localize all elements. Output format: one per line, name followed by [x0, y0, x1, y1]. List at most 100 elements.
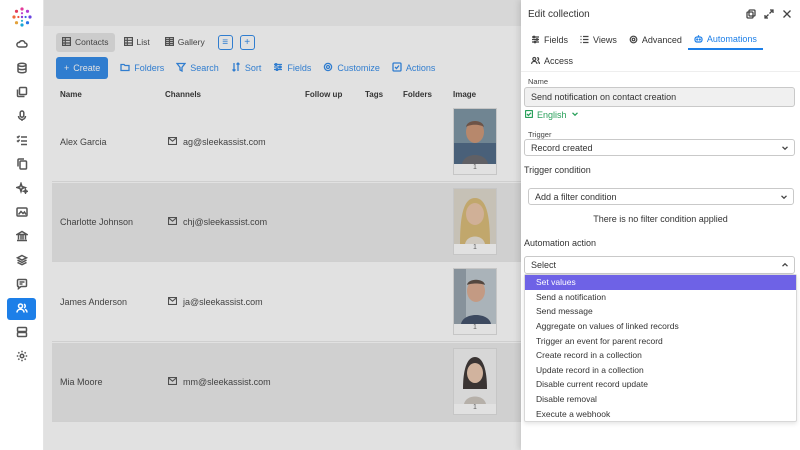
rail-item-bank[interactable]: [7, 226, 36, 248]
tab-fields-label: Fields: [544, 35, 569, 45]
tab-access[interactable]: Access: [525, 52, 579, 70]
action-option-send-notification[interactable]: Send a notification: [525, 290, 796, 305]
folders-button-label: Folders: [134, 63, 165, 73]
rail-item-copy[interactable]: [7, 154, 36, 176]
action-option-update-record[interactable]: Update record in a collection: [525, 363, 796, 378]
tabs-divider: [521, 71, 800, 72]
duplicate-icon[interactable]: [745, 8, 756, 19]
rail-item-tasks[interactable]: [7, 130, 36, 152]
create-button[interactable]: + Create: [56, 57, 109, 79]
action-option-send-message[interactable]: Send message: [525, 304, 796, 319]
server-icon: [16, 326, 28, 340]
tab-views[interactable]: Views: [574, 30, 623, 50]
contact-image[interactable]: 1: [453, 108, 497, 175]
action-option-trigger-parent-event[interactable]: Trigger an event for parent record: [525, 333, 796, 348]
action-option-aggregate[interactable]: Aggregate on values of linked records: [525, 319, 796, 334]
tab-gallery[interactable]: Gallery: [159, 33, 211, 52]
fields-button[interactable]: Fields: [273, 62, 311, 74]
table-row[interactable]: James Anderson ja@sleekassist.com 1: [52, 263, 521, 342]
rail-item-server[interactable]: [7, 322, 36, 344]
contact-channel: ja@sleekassist.com: [167, 296, 263, 307]
folder-icon: [120, 62, 130, 74]
action-option-create-record[interactable]: Create record in a collection: [525, 348, 796, 363]
tab-automations-label: Automations: [706, 34, 757, 44]
automation-action-select[interactable]: Select: [524, 256, 795, 274]
rail-item-layers[interactable]: [7, 250, 36, 272]
menu-icon: ≡: [222, 36, 229, 48]
mail-icon: [167, 216, 178, 227]
mail-icon: [167, 376, 178, 387]
language-selector[interactable]: English: [524, 109, 579, 120]
tab-fields[interactable]: Fields: [525, 30, 574, 50]
column-header-folders[interactable]: Folders: [403, 90, 432, 99]
panel-window-controls: [745, 8, 792, 19]
rail-item-chat[interactable]: [7, 274, 36, 296]
search-button[interactable]: Search: [175, 62, 219, 74]
add-view-button[interactable]: +: [239, 34, 255, 50]
language-label: English: [537, 110, 567, 120]
sort-button-label: Sort: [244, 63, 262, 73]
close-icon[interactable]: [781, 8, 792, 19]
contact-image[interactable]: 1: [453, 348, 497, 415]
tab-list[interactable]: List: [118, 33, 156, 52]
checkbox-icon: [392, 62, 402, 74]
column-header-image[interactable]: Image: [453, 90, 476, 99]
sort-icon: [231, 62, 241, 74]
automation-name-value: Send notification on contact creation: [531, 92, 677, 102]
rail-item-settings[interactable]: [7, 346, 36, 368]
gear-icon: [629, 35, 638, 46]
app-logo[interactable]: [11, 6, 33, 28]
column-header-tags[interactable]: Tags: [365, 90, 383, 99]
customize-button[interactable]: Customize: [323, 62, 380, 74]
trigger-label: Trigger: [528, 130, 552, 139]
expand-icon[interactable]: [763, 8, 774, 19]
contact-image[interactable]: 1: [453, 268, 497, 335]
action-option-execute-webhook[interactable]: Execute a webhook: [525, 406, 796, 421]
trigger-select[interactable]: Record created: [524, 139, 795, 156]
left-nav-rail: [0, 0, 44, 450]
pages-icon: [16, 86, 28, 100]
plus-icon: +: [64, 63, 70, 73]
tab-contacts[interactable]: Contacts: [56, 32, 115, 52]
actions-button[interactable]: Actions: [392, 62, 435, 74]
contact-channel: ag@sleekassist.com: [167, 136, 266, 147]
filter-placeholder: Add a filter condition: [535, 191, 617, 202]
checklist-icon: [15, 134, 28, 148]
automation-name-input[interactable]: Send notification on contact creation: [524, 87, 795, 107]
column-header-follow-up[interactable]: Follow up: [305, 90, 342, 99]
contact-image[interactable]: 1: [453, 188, 497, 255]
portrait-photo: [454, 189, 496, 244]
views-menu-button[interactable]: ≡: [217, 34, 233, 50]
users-icon: [15, 302, 28, 316]
rail-item-pages[interactable]: [7, 82, 36, 104]
rail-item-voice[interactable]: [7, 106, 36, 128]
tab-advanced[interactable]: Advanced: [623, 30, 688, 50]
rail-item-ai[interactable]: [7, 178, 36, 200]
column-header-channels[interactable]: Channels: [165, 90, 201, 99]
chat-icon: [16, 278, 28, 292]
action-option-disable-removal[interactable]: Disable removal: [525, 392, 796, 407]
gear-icon: [323, 62, 333, 74]
column-header-name[interactable]: Name: [60, 90, 82, 99]
action-option-set-values[interactable]: Set values: [525, 275, 796, 290]
table-row[interactable]: Mia Moore mm@sleekassist.com 1: [52, 343, 521, 422]
add-filter-condition-select[interactable]: Add a filter condition: [528, 188, 794, 205]
action-select-value: Select: [531, 260, 557, 270]
folders-button[interactable]: Folders: [120, 62, 164, 74]
tab-automations[interactable]: Automations: [687, 30, 763, 50]
trigger-condition-label: Trigger condition: [524, 165, 591, 175]
robot-icon: [694, 34, 703, 45]
rail-item-media[interactable]: [7, 202, 36, 224]
rail-item-contacts[interactable]: [7, 298, 36, 320]
rail-item-database[interactable]: [7, 58, 36, 80]
sort-button[interactable]: Sort: [231, 62, 262, 74]
list-icon: [123, 36, 133, 48]
contacts-main-area: Contacts List Gallery ≡ + + Create Folde…: [44, 0, 521, 450]
table-row[interactable]: Alex Garcia ag@sleekassist.com 1: [52, 103, 521, 182]
action-option-disable-update[interactable]: Disable current record update: [525, 377, 796, 392]
rail-item-cloud[interactable]: [7, 34, 36, 56]
table-row[interactable]: Charlotte Johnson chj@sleekassist.com 1: [52, 183, 521, 262]
portrait-photo: [454, 349, 496, 404]
check-square-icon: [524, 109, 534, 120]
sparkles-icon: [14, 181, 29, 196]
